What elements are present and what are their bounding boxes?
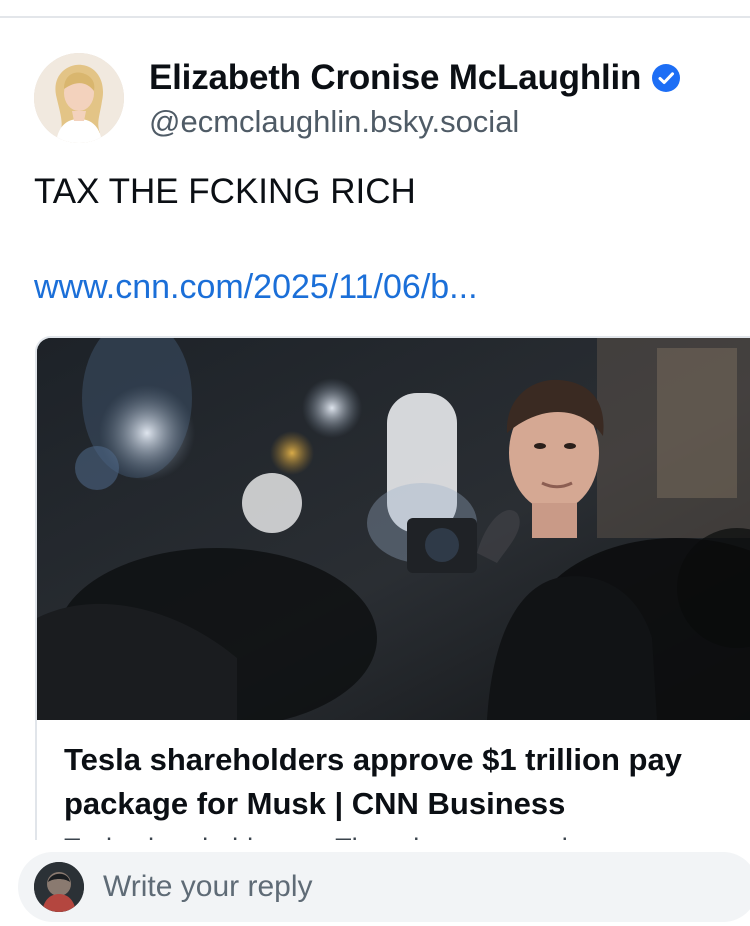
post-body-text: TAX THE FCKING RICH	[34, 172, 416, 211]
author-name-row: Elizabeth Cronise McLaughlin	[149, 56, 681, 100]
user-avatar-icon	[34, 862, 84, 912]
author-info: Elizabeth Cronise McLaughlin @ecmclaughl…	[149, 56, 681, 140]
post-thread-view: Elizabeth Cronise McLaughlin @ecmclaughl…	[0, 0, 750, 926]
author-name[interactable]: Elizabeth Cronise McLaughlin	[149, 58, 641, 98]
card-thumbnail-image	[37, 338, 750, 720]
reply-input[interactable]: Write your reply	[18, 852, 750, 922]
top-divider	[0, 16, 750, 18]
author-handle[interactable]: @ecmclaughlin.bsky.social	[149, 104, 681, 140]
card-title[interactable]: Tesla shareholders approve $1 trillion p…	[64, 738, 724, 826]
reply-placeholder: Write your reply	[103, 870, 313, 903]
verified-check-icon[interactable]	[651, 63, 681, 93]
avatar-image	[34, 53, 124, 143]
link-preview-card[interactable]: Tesla shareholders approve $1 trillion p…	[35, 336, 750, 926]
post-link[interactable]: www.cnn.com/2025/11/06/b...	[34, 265, 478, 309]
reply-bar: Write your reply	[0, 840, 750, 926]
author-avatar[interactable]	[34, 53, 124, 143]
post-header: Elizabeth Cronise McLaughlin @ecmclaughl…	[34, 52, 681, 144]
press-photo	[37, 338, 750, 720]
